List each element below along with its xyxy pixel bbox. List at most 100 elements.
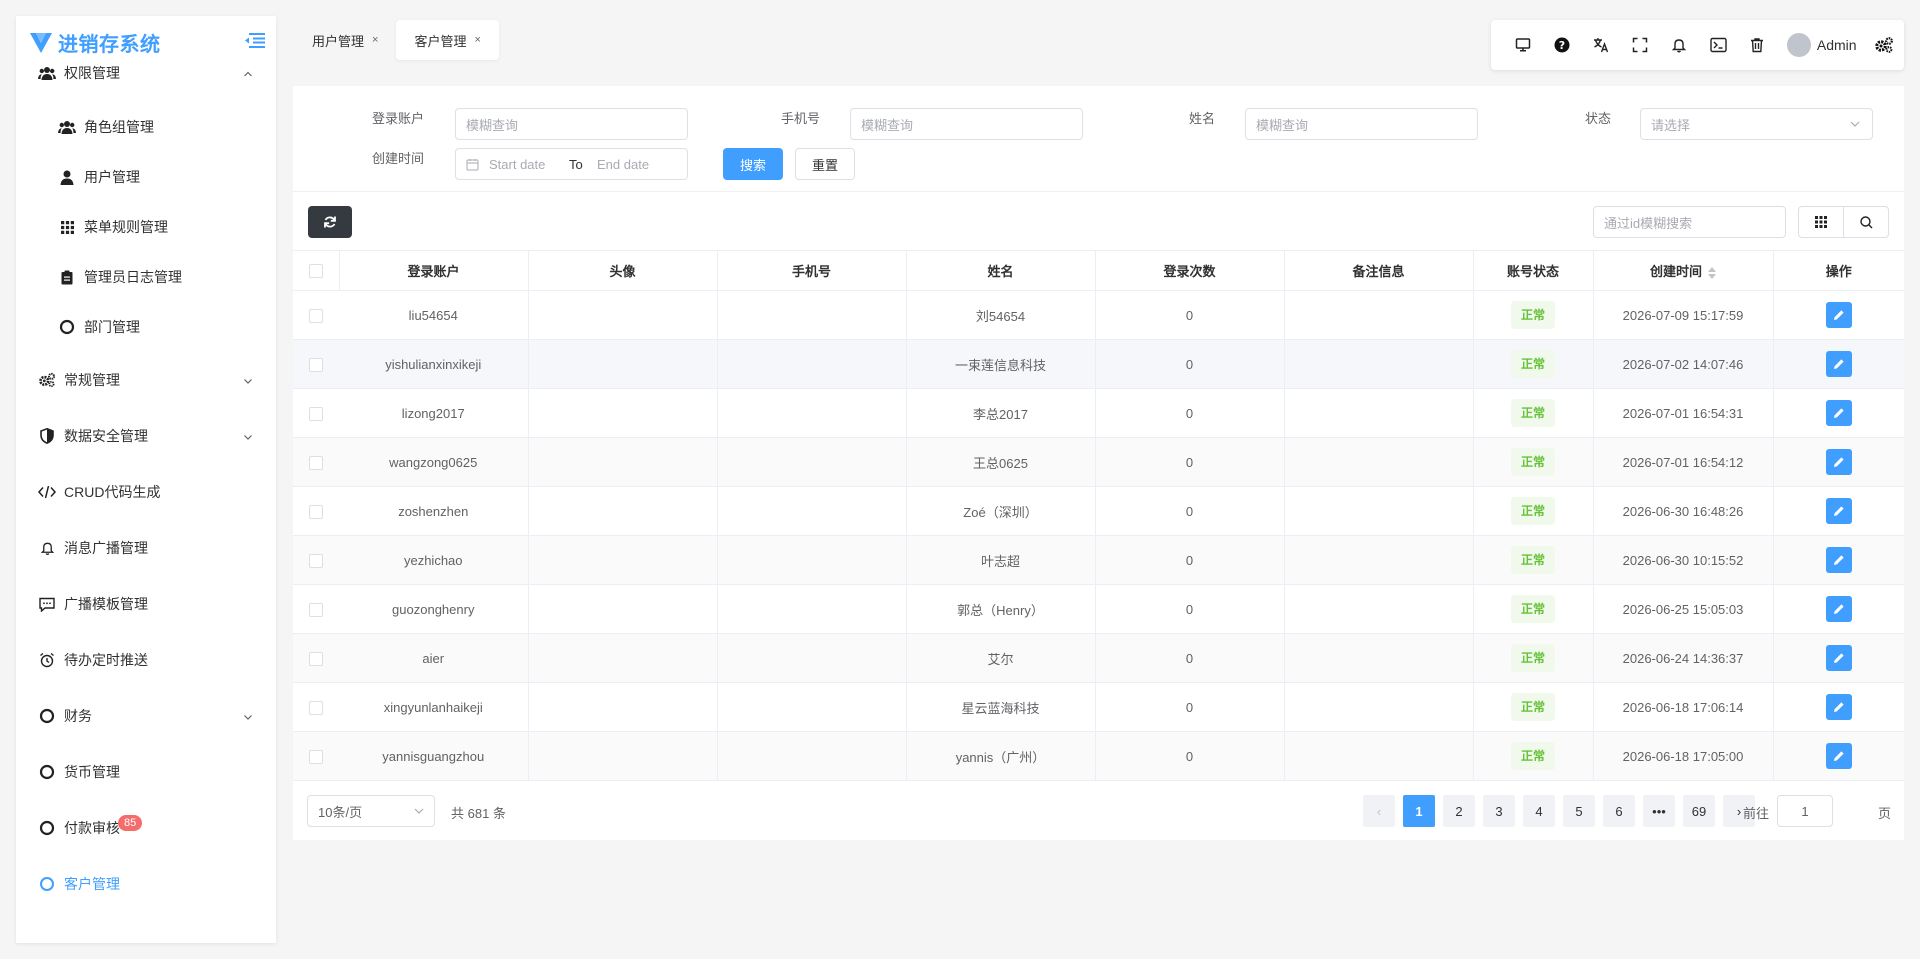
edit-button[interactable]: [1825, 498, 1852, 524]
end-date-input[interactable]: End date: [597, 157, 649, 172]
more-pages-icon[interactable]: •••: [1643, 795, 1675, 827]
page-button[interactable]: 1: [1403, 795, 1435, 827]
sidebar-item-8[interactable]: CRUD代码生成: [16, 464, 276, 520]
sidebar-item-12[interactable]: 财务: [16, 688, 276, 744]
search-icon[interactable]: [1843, 207, 1888, 237]
close-icon[interactable]: ×: [372, 34, 378, 46]
goto-page-input[interactable]: 1: [1777, 795, 1833, 827]
page-button[interactable]: 2: [1443, 795, 1475, 827]
page-button[interactable]: 4: [1523, 795, 1555, 827]
row-checkbox[interactable]: [309, 357, 323, 372]
table-row[interactable]: zoshenzhen Zoé（深圳） 0 正常 2026-06-30 16:48:26: [293, 486, 1904, 536]
sidebar-item-3[interactable]: 菜单规则管理: [16, 202, 276, 252]
edit-button[interactable]: [1825, 694, 1852, 720]
sidebar-item-9[interactable]: 消息广播管理: [16, 520, 276, 576]
date-range-picker[interactable]: Start date To End date: [455, 148, 688, 180]
col-created[interactable]: 创建时间: [1593, 250, 1774, 291]
menu-collapse-icon[interactable]: [244, 31, 266, 49]
sidebar-item-10[interactable]: 广播模板管理: [16, 576, 276, 632]
edit-button[interactable]: [1825, 400, 1852, 426]
cell-remark: [1284, 731, 1474, 781]
cell-actions: [1773, 339, 1904, 389]
page-button[interactable]: 3: [1483, 795, 1515, 827]
table-row[interactable]: xingyunlanhaikeji 星云蓝海科技 0 正常 2026-06-18 17:…: [293, 682, 1904, 732]
page-size-select[interactable]: 10条/页: [307, 795, 435, 827]
close-icon[interactable]: ×: [474, 34, 480, 46]
row-checkbox[interactable]: [309, 455, 323, 470]
select-all-checkbox[interactable]: [308, 264, 323, 279]
status-select[interactable]: 请选择: [1640, 108, 1873, 140]
row-checkbox[interactable]: [309, 504, 323, 519]
cell-status: 正常: [1473, 437, 1594, 487]
refresh-button[interactable]: [308, 206, 352, 238]
table-row[interactable]: lizong2017 李总2017 0 正常 2026-07-01 16:54:31: [293, 388, 1904, 438]
reset-button[interactable]: 重置: [795, 148, 855, 180]
trash-icon[interactable]: [1738, 25, 1777, 65]
sidebar-item-label: 数据安全管理: [64, 428, 148, 444]
sidebar-item-2[interactable]: 用户管理: [16, 152, 276, 202]
row-checkbox[interactable]: [309, 602, 323, 617]
page-button[interactable]: 6: [1603, 795, 1635, 827]
settings-gears-icon[interactable]: [1873, 33, 1896, 57]
table-row[interactable]: aier 艾尔 0 正常 2026-06-24 14:36:37: [293, 633, 1904, 683]
edit-button[interactable]: [1825, 645, 1852, 671]
table-row[interactable]: yishulianxinxikeji 一束莲信息科技 0 正常 2026-07-02 1…: [293, 339, 1904, 389]
grid-view-icon[interactable]: [1799, 207, 1843, 237]
edit-button[interactable]: [1825, 596, 1852, 622]
row-checkbox[interactable]: [309, 308, 323, 323]
account-input[interactable]: 模糊查询: [455, 108, 688, 140]
table-row[interactable]: guozonghenry 郭总（Henry） 0 正常 2026-06-25 15:05…: [293, 584, 1904, 634]
fullscreen-icon[interactable]: [1620, 25, 1659, 65]
row-checkbox[interactable]: [309, 553, 323, 568]
edit-button[interactable]: [1825, 302, 1852, 328]
sort-icon[interactable]: [1708, 266, 1716, 279]
bell-icon[interactable]: [1660, 25, 1699, 65]
sidebar-item-4[interactable]: 管理员日志管理: [16, 252, 276, 302]
table-row[interactable]: wangzong0625 王总0625 0 正常 2026-07-01 16:54:12: [293, 437, 1904, 487]
status-placeholder: 请选择: [1651, 117, 1691, 133]
translate-icon[interactable]: [1581, 25, 1620, 65]
terminal-icon[interactable]: [1699, 25, 1738, 65]
edit-button[interactable]: [1825, 547, 1852, 573]
edit-button[interactable]: [1825, 351, 1852, 377]
row-checkbox[interactable]: [309, 749, 323, 764]
cell-name: 李总2017: [906, 388, 1096, 438]
tab-user-management[interactable]: 用户管理 ×: [294, 20, 396, 60]
sidebar-item-6[interactable]: 常规管理: [16, 352, 276, 408]
prev-page-icon[interactable]: ‹: [1363, 795, 1395, 827]
row-checkbox[interactable]: [309, 406, 323, 421]
table-row[interactable]: liu54654 刘54654 0 正常 2026-07-09 15:17:59: [293, 290, 1904, 340]
row-checkbox[interactable]: [309, 700, 323, 715]
select-all-cell: [293, 250, 340, 291]
sidebar-item-14[interactable]: 付款审核 85: [16, 800, 276, 856]
edit-button[interactable]: [1825, 743, 1852, 769]
tab-customer-management[interactable]: 客户管理 ×: [396, 20, 499, 60]
phone-input[interactable]: 模糊查询: [850, 108, 1083, 140]
cell-account: aier: [339, 633, 529, 683]
sidebar-item-0[interactable]: 权限管理: [16, 62, 276, 84]
cell-avatar: [528, 339, 718, 389]
page-button[interactable]: 5: [1563, 795, 1595, 827]
sidebar-item-13[interactable]: 货币管理: [16, 744, 276, 800]
cell-status: 正常: [1473, 290, 1594, 340]
cell-name: 郭总（Henry）: [906, 584, 1096, 634]
sidebar-item-5[interactable]: 部门管理: [16, 302, 276, 352]
sidebar-item-1[interactable]: 角色组管理: [16, 102, 276, 152]
sidebar-item-11[interactable]: 待办定时推送: [16, 632, 276, 688]
table-row[interactable]: yannisguangzhou yannis（广州） 0 正常 2026-06-18 1…: [293, 731, 1904, 781]
edit-button[interactable]: [1825, 449, 1852, 475]
table-row[interactable]: yezhichao 叶志超 0 正常 2026-06-30 10:15:52: [293, 535, 1904, 585]
user-menu[interactable]: Admin: [1786, 33, 1857, 57]
sidebar-item-7[interactable]: 数据安全管理: [16, 408, 276, 464]
row-select-cell: [293, 486, 339, 536]
page-size-value: 10条/页: [318, 804, 363, 820]
monitor-icon[interactable]: [1503, 25, 1542, 65]
start-date-input[interactable]: Start date: [489, 157, 569, 172]
row-checkbox[interactable]: [309, 651, 323, 666]
sidebar-item-15[interactable]: 客户管理: [16, 856, 276, 912]
help-icon[interactable]: ?: [1542, 25, 1581, 65]
search-button[interactable]: 搜索: [723, 148, 783, 180]
page-button[interactable]: 69: [1683, 795, 1715, 827]
id-search-input[interactable]: 通过id模糊搜索: [1593, 206, 1786, 238]
name-input[interactable]: 模糊查询: [1245, 108, 1478, 140]
